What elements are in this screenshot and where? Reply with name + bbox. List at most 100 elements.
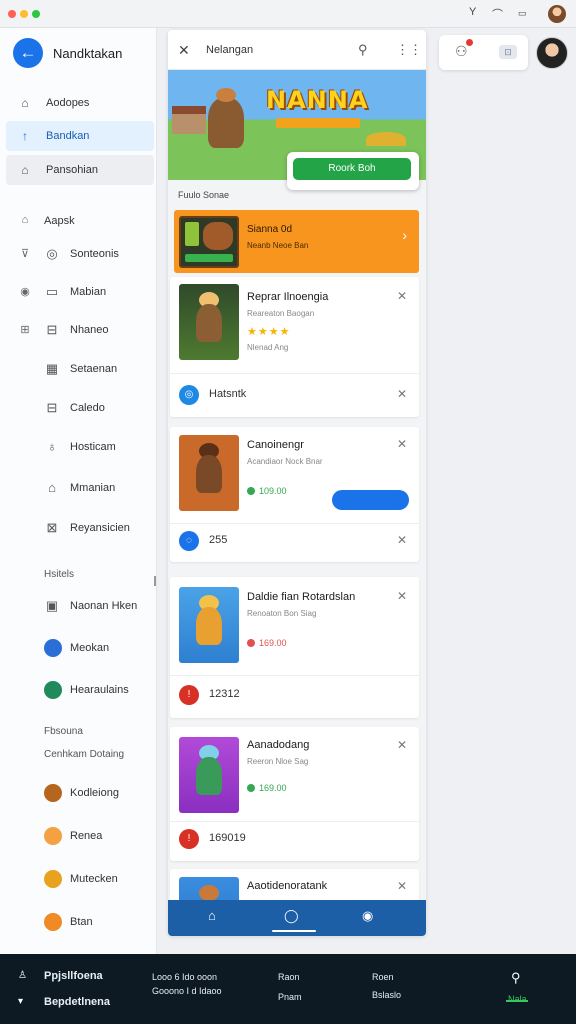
sidebar-row-label: Reyansicien xyxy=(70,522,130,534)
filter-icon[interactable]: ⚲ xyxy=(358,42,368,58)
section-label: Fuulo Sonae xyxy=(178,190,230,200)
compass-icon xyxy=(44,639,62,657)
sidebar-item-active[interactable]: ↑ Bandkan xyxy=(6,121,154,151)
news-icon: ⊟ xyxy=(46,322,58,337)
tab-discover-icon[interactable]: ◯ xyxy=(284,908,299,924)
avatar xyxy=(44,827,62,845)
sidebar-row[interactable]: ⌂ Aapsk xyxy=(0,206,157,236)
game-card[interactable]: Daldie fian Rotardslan Renoaton Bon Siag… xyxy=(170,577,419,718)
contact-item[interactable]: Mutecken xyxy=(0,864,157,894)
sidebar-row-label: Aapsk xyxy=(44,215,75,227)
promo-card[interactable]: Sianna 0d Neanb Neoe Ban › xyxy=(174,210,419,273)
card-footer-text: 255 xyxy=(209,534,228,546)
user-icon[interactable]: ♙ xyxy=(18,970,27,981)
dismiss-icon[interactable]: ✕ xyxy=(397,533,407,547)
dock-label[interactable]: Bepdetlnena xyxy=(44,996,110,1008)
sidebar-row[interactable]: ⊽ ◎ Sonteonis xyxy=(0,239,157,269)
contact-name: Renea xyxy=(70,830,103,842)
card-title: Reprar Ilnoengia xyxy=(247,291,329,303)
hero-cta-button[interactable]: Roork Boh xyxy=(293,158,411,180)
card-title: Canoinengr xyxy=(247,439,304,451)
card-title: Aaotidenoratank xyxy=(247,880,328,892)
sidebar-row[interactable]: ⊟ Caledo xyxy=(0,393,157,423)
minimize-window-button[interactable] xyxy=(20,10,28,18)
close-window-button[interactable] xyxy=(8,10,16,18)
sidebar-row[interactable]: ⊞ ⊟ Nhaneo xyxy=(0,315,157,345)
section-heading: Fbsouna xyxy=(44,726,83,737)
link-icon[interactable]: ⊡ xyxy=(499,45,517,59)
dock-label[interactable]: Pnam xyxy=(278,992,302,1002)
dock-label[interactable]: Nala xyxy=(508,994,527,1004)
dismiss-icon[interactable]: ✕ xyxy=(397,437,407,451)
wifi-icon: ⌒ xyxy=(492,9,503,21)
sidebar-row[interactable]: ▣ Naonan Hken xyxy=(0,591,157,621)
game-card[interactable]: Aanadodang Reeron Nloe Sag 169.00 ✕ ! 16… xyxy=(170,727,419,861)
dock-label[interactable]: Ppjsllfoena xyxy=(44,970,103,982)
store-panel: ✕ Nelangan ⚲ ⋮⋮ NANNA Roork Boh Fuulo So… xyxy=(168,30,426,936)
section-heading: Hsitels xyxy=(44,569,75,580)
bag-icon: ⌂ xyxy=(21,214,29,226)
table-icon: ▦ xyxy=(45,361,59,376)
user-avatar[interactable] xyxy=(548,5,566,23)
dock-label[interactable]: Gooono I d Idaoo xyxy=(152,986,222,996)
game-card[interactable]: Reprar Ilnoengia Reareaton Baogan ★★★★ N… xyxy=(170,277,419,417)
dock-label[interactable]: Bslaslo xyxy=(372,990,401,1000)
contact-item[interactable]: Kodleiong xyxy=(0,778,157,808)
dismiss-icon[interactable]: ✕ xyxy=(397,738,407,752)
contact-name: Btan xyxy=(70,916,93,928)
sidebar-item-selected[interactable]: ⌂ Pansohian xyxy=(6,155,154,185)
sidebar-row[interactable]: Meokan xyxy=(0,633,157,663)
globe-icon: ◎ xyxy=(46,246,58,261)
notification-user-icon[interactable]: ⚇ xyxy=(455,43,468,60)
game-thumbnail xyxy=(179,435,239,511)
caret-down-icon[interactable]: ▾ xyxy=(18,996,23,1007)
contact-item[interactable]: Renea xyxy=(0,821,157,851)
sidebar-row-label: Hosticam xyxy=(70,441,116,453)
minus-box-icon: ⊟ xyxy=(46,400,58,415)
hero-ribbon xyxy=(276,118,360,128)
sidebar-row[interactable]: Hearaulains xyxy=(0,675,157,705)
maximize-window-button[interactable] xyxy=(32,10,40,18)
book-icon: ⊠ xyxy=(46,520,58,535)
dismiss-icon[interactable]: ✕ xyxy=(397,387,407,401)
close-icon[interactable]: ✕ xyxy=(178,42,190,59)
grid-menu-icon[interactable]: ⋮⋮ xyxy=(396,42,422,58)
sidebar-row[interactable]: ◉ ▭ Mabian xyxy=(0,277,157,307)
pin-icon: ↑ xyxy=(22,129,28,143)
divider xyxy=(170,523,419,524)
game-card[interactable]: Canoinengr Acandiaor Nock Bnar 109.00 ✕ … xyxy=(170,427,419,562)
dock-label[interactable]: Looo 6 Ido ooon xyxy=(152,972,217,982)
dock-label[interactable]: Roen xyxy=(372,972,394,982)
sidebar-row[interactable]: ⌂ Mmanian xyxy=(0,473,157,503)
dismiss-icon[interactable]: ✕ xyxy=(397,589,407,603)
sidebar-row-label: Nhaneo xyxy=(70,324,109,336)
promo-subtitle: Neanb Neoe Ban xyxy=(247,241,309,250)
game-thumbnail xyxy=(179,284,239,360)
chevron-right-icon: › xyxy=(402,227,407,243)
panel-header: ✕ Nelangan ⚲ ⋮⋮ xyxy=(168,30,426,70)
back-button[interactable]: ← xyxy=(13,38,43,68)
sidebar-scrollbar[interactable] xyxy=(154,576,156,586)
card-footer-text: 12312 xyxy=(209,688,240,700)
sidebar-row[interactable]: ♁ Hosticam xyxy=(0,432,157,462)
sidebar-row[interactable]: ⊠ Reyansicien xyxy=(0,513,157,543)
tab-profile-icon[interactable]: ◉ xyxy=(362,908,373,924)
card-meta: Nlenad Ang xyxy=(247,343,289,352)
avatar xyxy=(44,870,62,888)
sidebar-item-home[interactable]: ⌂ Aodopes xyxy=(6,88,154,118)
profile-avatar[interactable] xyxy=(536,37,568,69)
card-subtitle: Acandiaor Nock Bnar xyxy=(247,457,323,466)
get-button[interactable] xyxy=(332,490,409,510)
sidebar-row-label: Caledo xyxy=(70,402,105,414)
divider xyxy=(170,675,419,676)
sidebar-row-label: Meokan xyxy=(70,642,110,654)
dismiss-icon[interactable]: ✕ xyxy=(397,879,407,893)
sidebar-row-label: Hearaulains xyxy=(70,684,129,696)
tab-home-icon[interactable]: ⌂ xyxy=(208,908,216,923)
sidebar-row[interactable]: ▦ Setaenan xyxy=(0,354,157,384)
contact-item[interactable]: Btan xyxy=(0,907,157,937)
card-title: Aanadodang xyxy=(247,739,310,751)
dismiss-icon[interactable]: ✕ xyxy=(397,289,407,303)
dock-label[interactable]: Raon xyxy=(278,972,300,982)
search-icon[interactable]: ⚲ xyxy=(511,970,521,986)
